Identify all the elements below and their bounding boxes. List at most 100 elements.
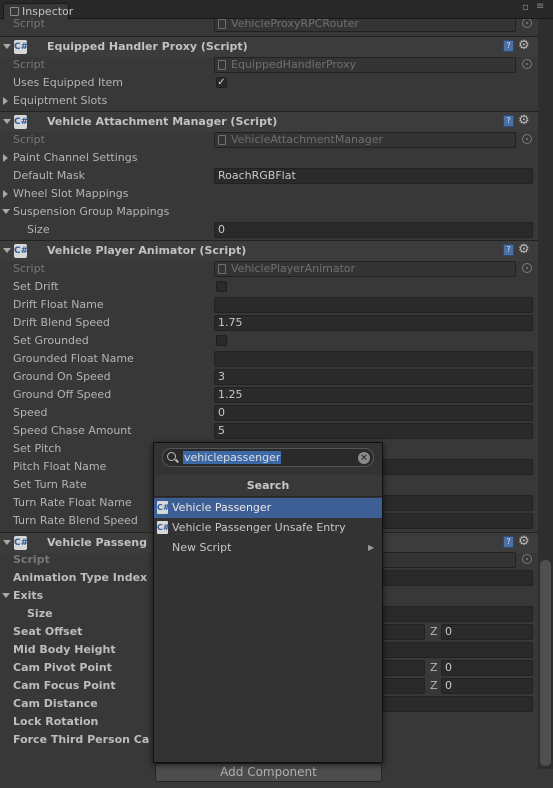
menu-item-new-script[interactable]: New Script ▶ — [154, 538, 382, 558]
gear-icon[interactable]: ⚙ — [518, 38, 530, 53]
property-row: Speed 0 — [0, 404, 538, 422]
component-title: Equipped Handler Proxy (Script) — [47, 40, 248, 53]
help-book-icon[interactable]: ? — [503, 536, 514, 548]
field-label: Grounded Float Name — [13, 352, 134, 365]
inspector-tab-bar: Inspector ▫ ≡ — [0, 0, 553, 20]
submenu-arrow-icon: ▶ — [368, 543, 375, 552]
speed-field[interactable]: 0 — [214, 405, 533, 421]
foldout-arrow-icon[interactable] — [3, 540, 11, 545]
property-row: Set Drift — [0, 278, 538, 296]
field-label: Set Pitch — [13, 442, 62, 455]
tab-inspector[interactable]: Inspector — [3, 3, 73, 20]
property-row[interactable]: Paint Channel Settings — [0, 149, 538, 167]
tab-label: Inspector — [22, 5, 74, 18]
object-picker-icon[interactable] — [522, 59, 532, 69]
property-row: Ground Off Speed 1.25 — [0, 386, 538, 404]
field-label: Uses Equipped Item — [13, 76, 123, 89]
add-component-button[interactable]: Add Component — [155, 763, 382, 782]
component-title: Vehicle Attachment Manager (Script) — [47, 115, 278, 128]
field-label: Equiptment Slots — [13, 94, 108, 107]
gear-icon[interactable]: ⚙ — [518, 113, 530, 128]
set-drift-checkbox[interactable] — [216, 281, 227, 292]
help-book-icon[interactable]: ? — [503, 40, 514, 52]
object-picker-icon[interactable] — [522, 554, 532, 564]
property-row[interactable]: Suspension Group Mappings — [0, 203, 538, 221]
property-row[interactable]: Wheel Slot Mappings — [0, 185, 538, 203]
field-label: Turn Rate Float Name — [13, 496, 132, 509]
script-field[interactable]: EquippedHandlerProxy — [214, 57, 516, 73]
ground-on-speed-field[interactable]: 3 — [214, 369, 533, 385]
size-field[interactable]: 0 — [214, 222, 533, 238]
lock-icon[interactable]: ▫ — [522, 2, 529, 13]
field-label: Force Third Person Ca — [13, 733, 150, 746]
foldout-arrow-icon[interactable] — [3, 97, 8, 105]
search-icon — [167, 452, 176, 461]
menu-item-vehicle-passenger[interactable]: C# Vehicle Passenger — [154, 498, 382, 518]
foldout-arrow-icon[interactable] — [3, 190, 8, 198]
field-label: Script — [13, 133, 45, 146]
default-mask-field[interactable]: RoachRGBFlat — [214, 168, 533, 184]
field-label: Default Mask — [13, 169, 86, 182]
component-header[interactable]: C# Vehicle Attachment Manager (Script) ?… — [0, 111, 538, 132]
drift-float-name-field[interactable] — [214, 297, 533, 313]
gear-icon[interactable]: ⚙ — [518, 242, 530, 257]
menu-item-vehicle-passenger-unsafe-entry[interactable]: C# Vehicle Passenger Unsafe Entry — [154, 518, 382, 538]
cam-focus-z-field[interactable]: 0 — [441, 678, 533, 694]
help-book-icon[interactable]: ? — [503, 115, 514, 127]
property-row: Ground On Speed 3 — [0, 368, 538, 386]
component-header[interactable]: C# Equipped Handler Proxy (Script) ? ⚙ — [0, 36, 538, 57]
foldout-arrow-icon[interactable] — [2, 209, 10, 214]
property-row: Uses Equipped Item ✓ — [0, 74, 538, 92]
scrollbar-thumb[interactable] — [540, 560, 551, 766]
search-text[interactable]: vehiclepassenger — [183, 451, 282, 464]
field-label: Cam Focus Point — [13, 679, 116, 692]
csharp-script-icon: C# — [14, 536, 29, 550]
seat-offset-z-field[interactable]: 0 — [441, 624, 533, 640]
search-input[interactable]: vehiclepassenger × — [162, 448, 374, 467]
field-label: Set Turn Rate — [13, 478, 87, 491]
property-row: Drift Float Name — [0, 296, 538, 314]
clear-search-icon[interactable]: × — [358, 452, 370, 464]
field-label: Ground Off Speed — [13, 388, 112, 401]
foldout-arrow-icon[interactable] — [3, 154, 8, 162]
cam-pivot-z-field[interactable]: 0 — [441, 660, 533, 676]
property-row: Set Grounded — [0, 332, 538, 350]
field-label: Animation Type Index — [13, 571, 148, 584]
foldout-arrow-icon[interactable] — [3, 248, 11, 253]
object-picker-icon[interactable] — [522, 19, 532, 28]
script-field[interactable]: VehiclePlayerAnimator — [214, 261, 516, 277]
field-label: Size — [27, 223, 50, 236]
script-field[interactable]: VehicleProxyRPCRouter — [214, 19, 516, 32]
property-row: Speed Chase Amount 5 — [0, 422, 538, 440]
field-value: VehiclePlayerAnimator — [231, 262, 356, 275]
help-book-icon[interactable]: ? — [503, 244, 514, 256]
foldout-arrow-icon[interactable] — [3, 44, 11, 49]
component-header[interactable]: C# Vehicle Player Animator (Script) ? ⚙ — [0, 240, 538, 261]
z-label: Z — [430, 625, 438, 638]
gear-icon[interactable]: ⚙ — [518, 534, 530, 549]
ground-off-speed-field[interactable]: 1.25 — [214, 387, 533, 403]
script-field[interactable]: VehicleAttachmentManager — [214, 132, 516, 148]
field-label: Pitch Float Name — [13, 460, 107, 473]
object-picker-icon[interactable] — [522, 263, 532, 273]
field-label: Script — [13, 58, 45, 71]
property-row: Drift Blend Speed 1.75 — [0, 314, 538, 332]
field-label: Turn Rate Blend Speed — [13, 514, 138, 527]
property-row: Script VehiclePlayerAnimator — [0, 260, 538, 278]
foldout-arrow-icon[interactable] — [3, 119, 11, 124]
field-label: Script — [13, 19, 45, 30]
z-label: Z — [430, 661, 438, 674]
set-grounded-checkbox[interactable] — [216, 335, 227, 346]
property-row: Grounded Float Name — [0, 350, 538, 368]
csharp-script-icon: C# — [14, 244, 29, 258]
field-label: Script — [13, 553, 50, 566]
field-label: Drift Blend Speed — [13, 316, 110, 329]
foldout-arrow-icon[interactable] — [2, 593, 10, 598]
property-row[interactable]: Equiptment Slots — [0, 92, 538, 110]
uses-equipped-item-checkbox[interactable]: ✓ — [216, 77, 227, 88]
menu-icon[interactable]: ≡ — [536, 1, 544, 12]
grounded-float-name-field[interactable] — [214, 351, 533, 367]
drift-blend-speed-field[interactable]: 1.75 — [214, 315, 533, 331]
object-picker-icon[interactable] — [522, 134, 532, 144]
speed-chase-amount-field[interactable]: 5 — [214, 423, 533, 439]
